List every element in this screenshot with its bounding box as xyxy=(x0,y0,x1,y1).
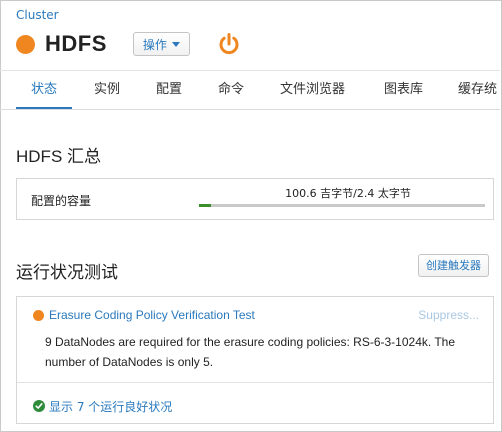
tab-instances[interactable]: 实例 xyxy=(94,71,120,109)
show-good-health-link[interactable]: 显示 7 个运行良好状况 xyxy=(33,397,172,415)
tab-bar: 状态 实例 配置 命令 文件浏览器 图表库 缓存统 xyxy=(0,70,500,110)
power-icon[interactable] xyxy=(216,31,242,57)
actions-label: 操作 xyxy=(142,37,167,52)
create-trigger-button[interactable]: 创建触发器 xyxy=(418,254,489,277)
health-test-description: 9 DataNodes are required for the erasure… xyxy=(45,335,456,369)
tab-configuration[interactable]: 配置 xyxy=(156,71,182,109)
summary-card: 配置的容量 100.6 吉字节/2.4 太字节 xyxy=(16,178,494,220)
actions-dropdown-button[interactable]: 操作 xyxy=(132,32,190,56)
tab-cache-statistics[interactable]: 缓存统 xyxy=(458,71,497,109)
tab-status[interactable]: 状态 xyxy=(16,71,73,109)
health-test-title-link[interactable]: Erasure Coding Policy Verification Test xyxy=(49,308,255,322)
health-test-row: Erasure Coding Policy Verification Test … xyxy=(17,297,493,383)
capacity-label: 配置的容量 xyxy=(31,194,92,208)
tab-chart-library[interactable]: 图表库 xyxy=(384,71,423,109)
show-good-health-label: 显示 7 个运行良好状况 xyxy=(49,399,173,414)
health-tests-card: Erasure Coding Policy Verification Test … xyxy=(16,296,494,424)
suppress-link[interactable]: Suppress... xyxy=(418,308,479,322)
health-tests-title: 运行状况测试 xyxy=(16,263,118,282)
tab-file-browser[interactable]: 文件浏览器 xyxy=(280,71,345,109)
check-icon xyxy=(35,403,43,409)
service-status-icon xyxy=(16,34,35,54)
capacity-bar-fill xyxy=(199,204,211,207)
service-header: HDFS 操作 xyxy=(16,30,242,58)
warning-status-icon xyxy=(33,310,44,321)
summary-title: HDFS 汇总 xyxy=(16,147,101,166)
caret-down-icon xyxy=(171,41,180,47)
capacity-value: 100.6 吉字节/2.4 太字节 xyxy=(285,187,411,200)
check-circle-icon xyxy=(33,400,45,412)
capacity-bar xyxy=(199,204,485,207)
service-name: HDFS xyxy=(45,31,107,56)
tab-commands[interactable]: 命令 xyxy=(218,71,244,109)
cluster-link[interactable]: Cluster xyxy=(16,8,59,22)
